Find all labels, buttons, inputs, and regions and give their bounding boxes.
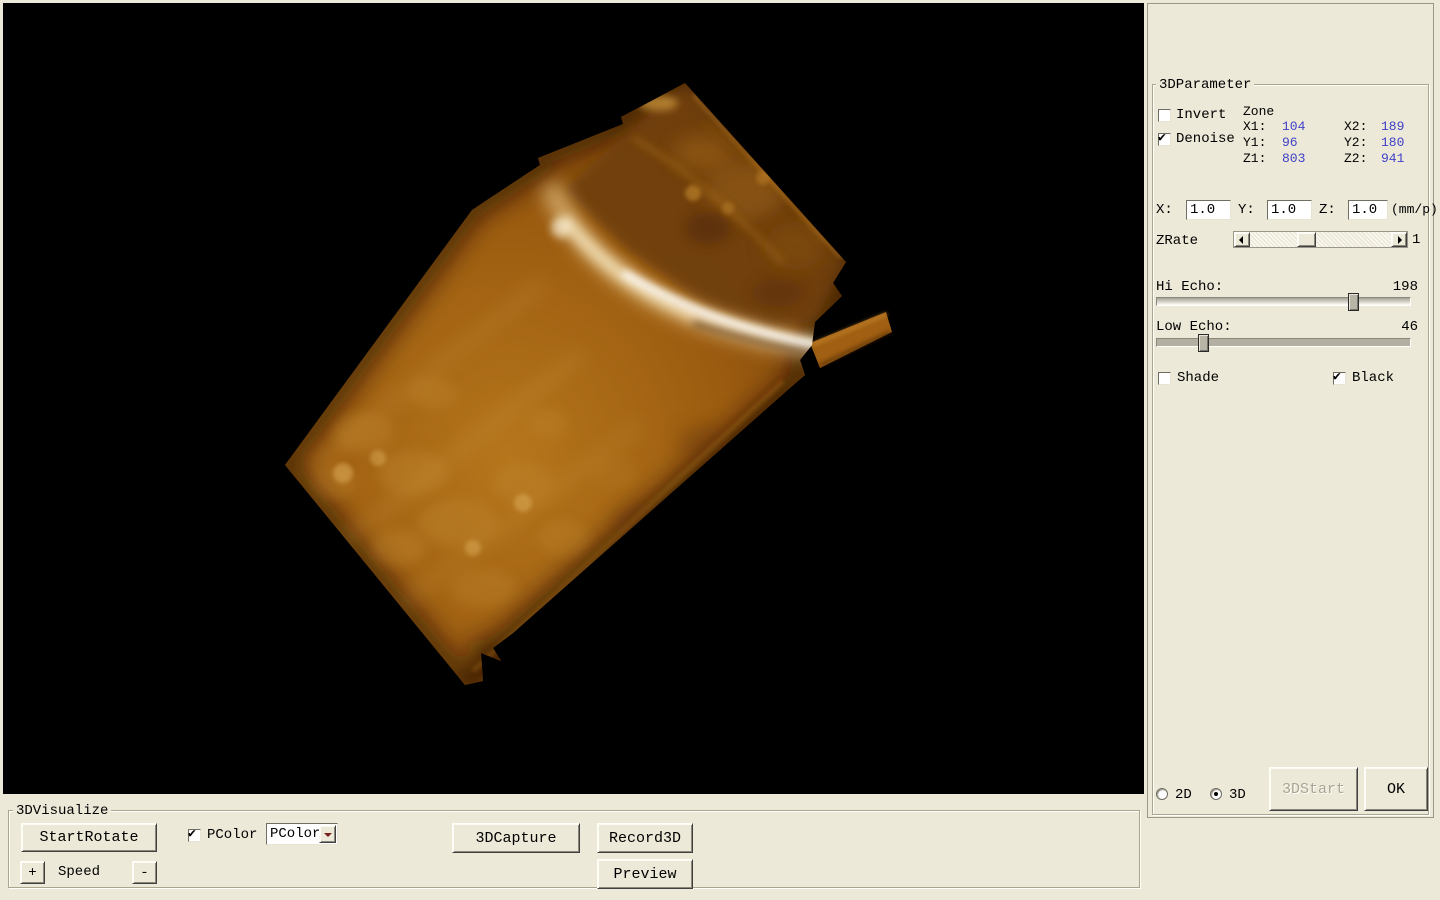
zrate-left-button[interactable]	[1234, 232, 1250, 247]
zone-y1-value: 96	[1282, 135, 1298, 150]
invert-checkbox[interactable]	[1158, 109, 1171, 122]
invert-label: Invert	[1176, 107, 1226, 123]
zrate-thumb[interactable]	[1297, 232, 1316, 247]
start-3d-button[interactable]: 3DStart	[1269, 767, 1358, 811]
pcolor-label: PColor	[207, 827, 257, 843]
zone-x1-label: X1:	[1243, 119, 1266, 134]
parameter-groupbox	[1152, 84, 1429, 815]
visualize-group-title: 3DVisualize	[13, 803, 111, 819]
parameter-panel: 3DParameter Invert Denoise Zone X1: 104 …	[1147, 3, 1434, 818]
arrow-right-icon	[1398, 236, 1402, 244]
pcolor-dropdown-value: PColor	[270, 826, 320, 842]
denoise-label: Denoise	[1176, 131, 1235, 147]
app-window: { "theme": { "panel_bg": "#ece9d8", "val…	[0, 0, 1440, 900]
zrate-scrollbar[interactable]	[1233, 231, 1408, 248]
scale-x-input[interactable]	[1186, 200, 1231, 220]
scale-y-label: Y:	[1238, 202, 1255, 218]
ultrasound-3d-render	[3, 3, 1143, 793]
capture-3d-button[interactable]: 3DCapture	[452, 823, 580, 853]
denoise-checkbox[interactable]	[1158, 133, 1171, 146]
zrate-value: 1	[1412, 232, 1420, 248]
hi-echo-slider-thumb[interactable]	[1348, 293, 1359, 311]
render-viewport[interactable]	[3, 3, 1144, 794]
start-rotate-button[interactable]: StartRotate	[21, 823, 157, 852]
zone-title: Zone	[1243, 104, 1274, 119]
zrate-label: ZRate	[1156, 233, 1198, 249]
zone-x1-value: 104	[1282, 119, 1305, 134]
zrate-right-button[interactable]	[1391, 232, 1407, 247]
hi-echo-value: 198	[1393, 279, 1418, 295]
mode-3d-label: 3D	[1229, 787, 1246, 803]
speed-minus-button[interactable]: -	[132, 861, 157, 884]
mode-3d-radio[interactable]	[1210, 788, 1222, 800]
arrow-left-icon	[1239, 236, 1243, 244]
zone-x2-label: X2:	[1344, 119, 1367, 134]
zone-z1-label: Z1:	[1243, 151, 1266, 166]
zone-z1-value: 803	[1282, 151, 1305, 166]
chevron-down-icon	[324, 833, 332, 837]
speed-label: Speed	[58, 864, 100, 880]
low-echo-label: Low Echo:	[1156, 319, 1232, 335]
hi-echo-slider[interactable]	[1156, 297, 1411, 306]
shade-checkbox[interactable]	[1158, 372, 1171, 385]
low-echo-slider[interactable]	[1156, 338, 1411, 347]
pcolor-checkbox[interactable]	[188, 829, 201, 842]
scale-z-input[interactable]	[1348, 200, 1388, 220]
record-3d-button[interactable]: Record3D	[597, 823, 693, 853]
hi-echo-label: Hi Echo:	[1156, 279, 1223, 295]
shade-label: Shade	[1177, 370, 1219, 386]
mode-2d-label: 2D	[1175, 787, 1192, 803]
low-echo-slider-thumb[interactable]	[1198, 334, 1209, 352]
visualize-strip: 3DVisualize StartRotate PColor PColor + …	[0, 794, 1144, 900]
scale-unit-label: (mm/p)	[1391, 202, 1438, 217]
scale-x-label: X:	[1156, 202, 1173, 218]
zone-y2-label: Y2:	[1344, 135, 1367, 150]
parameter-group-title: 3DParameter	[1156, 77, 1254, 93]
mode-2d-radio[interactable]	[1156, 788, 1168, 800]
black-label: Black	[1352, 370, 1394, 386]
zone-y2-value: 180	[1381, 135, 1404, 150]
zone-x2-value: 189	[1381, 119, 1404, 134]
low-echo-value: 46	[1401, 319, 1418, 335]
scale-z-label: Z:	[1319, 202, 1336, 218]
ok-button[interactable]: OK	[1364, 767, 1428, 811]
scale-y-input[interactable]	[1267, 200, 1312, 220]
zone-z2-value: 941	[1381, 151, 1404, 166]
pcolor-dropdown-button[interactable]	[319, 825, 336, 843]
pcolor-dropdown[interactable]: PColor	[266, 823, 338, 845]
black-checkbox[interactable]	[1333, 372, 1346, 385]
zone-z2-label: Z2:	[1344, 151, 1367, 166]
zone-y1-label: Y1:	[1243, 135, 1266, 150]
speed-plus-button[interactable]: +	[20, 861, 45, 884]
preview-button[interactable]: Preview	[597, 859, 693, 889]
